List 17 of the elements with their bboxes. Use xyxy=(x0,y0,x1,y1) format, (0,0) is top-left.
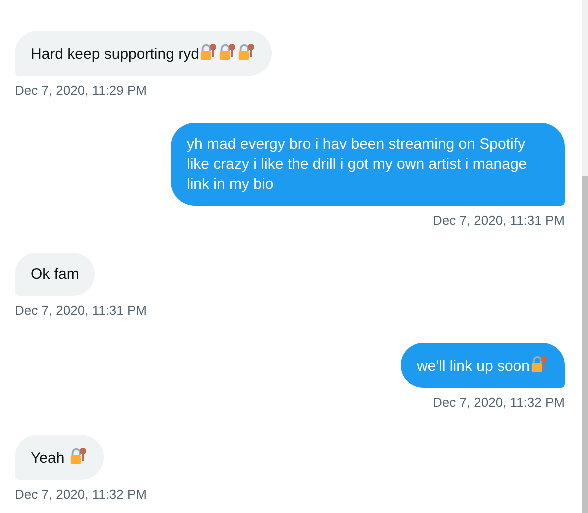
message-text: we'll link up soon xyxy=(417,358,530,375)
scrollbar-thumb[interactable] xyxy=(582,176,588,513)
message-text: Hard keep supporting ryd xyxy=(31,46,200,63)
scrollbar[interactable] xyxy=(582,0,588,513)
lock-key-icon xyxy=(218,43,238,62)
lock-key-icon xyxy=(530,355,549,374)
message-text: Yeah xyxy=(31,450,66,467)
message-time: Dec 7, 2020, 11:31 PM xyxy=(432,213,565,228)
message-time: Dec 7, 2020, 11:29 PM xyxy=(15,83,148,98)
message-text: Ok fam xyxy=(31,266,80,283)
message-time: Dec 7, 2020, 11:32 PM xyxy=(432,395,565,410)
lock-key-icon xyxy=(199,43,218,62)
message-time: Dec 7, 2020, 11:31 PM xyxy=(15,303,148,318)
lock-key-icon xyxy=(68,447,88,466)
message-time: Dec 7, 2020, 11:32 PM xyxy=(15,487,148,502)
lock-key-icon xyxy=(237,43,256,62)
message-text: yh mad evergy bro i hav been streaming on Spotify like crazy i like the drill i got my own artist i manage link in my bio xyxy=(187,136,528,193)
